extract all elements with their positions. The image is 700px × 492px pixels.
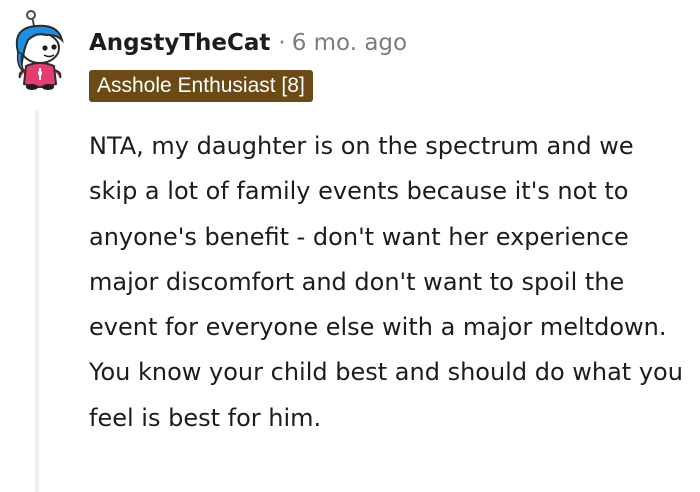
meta-separator: ·	[278, 30, 286, 56]
snoo-avatar-icon	[15, 10, 64, 90]
user-flair: Asshole Enthusiast [8]	[89, 70, 313, 102]
thread-line[interactable]	[35, 110, 39, 492]
comment-timestamp[interactable]: 6 mo. ago	[292, 30, 407, 56]
comment: AngstyTheCat · 6 mo. ago Asshole Enthusias…	[0, 0, 700, 492]
comment-meta: AngstyTheCat · 6 mo. ago	[89, 28, 407, 58]
comment-body: NTA, my daughter is on the spectrum and …	[89, 132, 683, 432]
user-avatar[interactable]	[6, 10, 74, 92]
username-link[interactable]: AngstyTheCat	[89, 30, 270, 56]
